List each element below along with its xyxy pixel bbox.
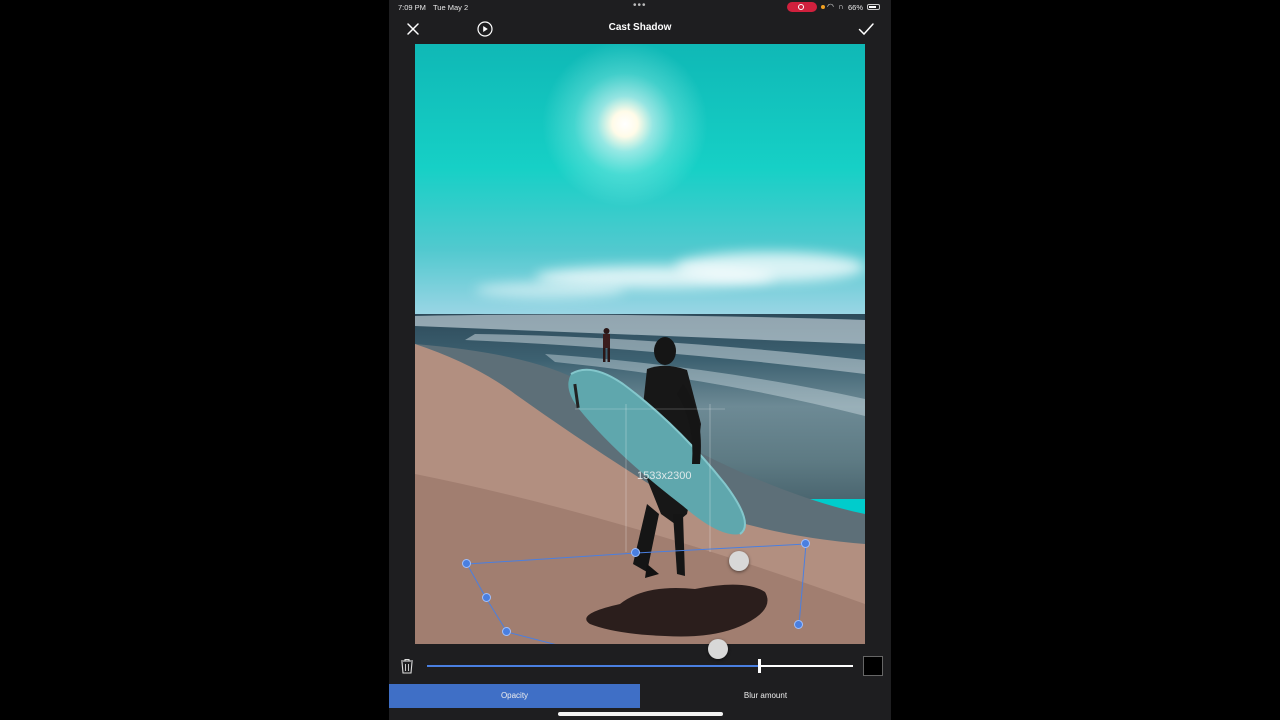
transform-handle[interactable] bbox=[631, 548, 640, 557]
checkmark-icon bbox=[858, 23, 874, 36]
shadow-color-swatch[interactable] bbox=[863, 656, 883, 676]
slider-thumb[interactable] bbox=[758, 659, 761, 673]
delete-button[interactable] bbox=[399, 657, 415, 675]
multitask-dots[interactable]: ••• bbox=[633, 0, 647, 11]
photo-scene bbox=[415, 314, 865, 644]
opacity-slider-row bbox=[389, 652, 891, 680]
wifi-icon: ◠ bbox=[827, 2, 834, 11]
transform-handle[interactable] bbox=[794, 620, 803, 629]
dimensions-label: 1533x2300 bbox=[637, 470, 692, 482]
tab-opacity[interactable]: Opacity bbox=[389, 684, 640, 708]
battery-percent: 66% bbox=[848, 3, 864, 12]
confirm-button[interactable] bbox=[855, 18, 877, 40]
transform-handle[interactable] bbox=[801, 539, 810, 548]
device-screen: 7:09 PM Tue May 2 ••• ◠ ∩ 66% Cast Shado… bbox=[389, 0, 891, 720]
distant-person bbox=[603, 334, 610, 348]
page-title: Cast Shadow bbox=[608, 22, 672, 33]
status-date: Tue May 2 bbox=[433, 3, 469, 12]
transform-handle[interactable] bbox=[482, 593, 491, 602]
status-time: 7:09 PM bbox=[398, 3, 426, 12]
battery-icon bbox=[867, 4, 880, 10]
mic-indicator-icon bbox=[821, 5, 825, 9]
status-bar: 7:09 PM Tue May 2 ••• ◠ ∩ 66% bbox=[389, 0, 891, 14]
home-indicator[interactable] bbox=[558, 712, 723, 716]
tab-blur-amount[interactable]: Blur amount bbox=[640, 684, 891, 708]
image-canvas[interactable]: 1533x2300 bbox=[415, 44, 865, 644]
screen-recording-icon[interactable] bbox=[787, 2, 817, 12]
headphones-icon: ∩ bbox=[838, 2, 844, 11]
slider-fill bbox=[427, 665, 759, 667]
transform-handle[interactable] bbox=[502, 627, 511, 636]
property-tabs: Opacity Blur amount bbox=[389, 684, 891, 708]
trash-icon bbox=[401, 658, 413, 674]
shadow-drag-knob[interactable] bbox=[729, 551, 749, 571]
transform-handle[interactable] bbox=[462, 559, 471, 568]
editor-toolbar: Cast Shadow bbox=[389, 14, 891, 42]
opacity-slider[interactable] bbox=[427, 665, 853, 667]
